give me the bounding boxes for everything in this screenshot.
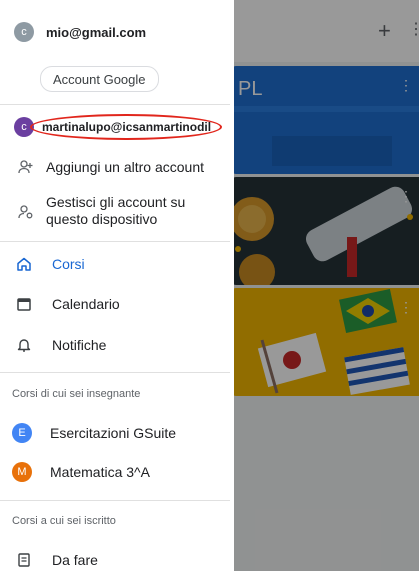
nav-item-calendar[interactable]: Calendario [14, 294, 248, 314]
nav-item-notifications[interactable]: Notifiche [14, 335, 248, 355]
nav-item-todo[interactable]: Da fare [14, 550, 248, 570]
add-account-item[interactable]: Aggiungi un altro account [16, 157, 250, 177]
highlight-oval [30, 114, 222, 140]
course-label: Matematica 3^A [50, 464, 150, 480]
divider [0, 104, 230, 105]
course-label: Esercitazioni GSuite [50, 425, 177, 441]
course-item[interactable]: M Matematica 3^A [12, 462, 246, 482]
nav-label-courses: Corsi [52, 256, 85, 272]
manage-accounts-item[interactable]: Gestisci gli account su questo dispositi… [16, 194, 250, 228]
primary-account-email: mio@gmail.com [46, 24, 147, 40]
todo-icon [14, 550, 34, 570]
divider [0, 241, 230, 242]
nav-label-calendar: Calendario [52, 296, 120, 312]
navigation-drawer: c mio@gmail.com Account Google c martina… [0, 0, 234, 571]
calendar-icon [14, 294, 34, 314]
course-item[interactable]: E Esercitazioni GSuite [12, 423, 246, 443]
nav-label-todo: Da fare [52, 552, 98, 568]
manage-accounts-label: Gestisci gli account su questo dispositi… [46, 194, 186, 227]
divider [0, 372, 230, 373]
avatar: M [12, 462, 32, 482]
nav-item-courses[interactable]: Corsi [14, 254, 248, 274]
avatar: c [14, 22, 34, 42]
bell-icon [14, 335, 34, 355]
divider [0, 500, 230, 501]
nav-label-notifications: Notifiche [52, 337, 107, 353]
add-person-icon [16, 157, 36, 177]
home-icon [14, 254, 34, 274]
google-account-button[interactable]: Account Google [40, 66, 159, 92]
manage-accounts-icon [16, 202, 36, 222]
primary-account[interactable]: c mio@gmail.com [14, 22, 248, 42]
add-account-label: Aggiungi un altro account [46, 159, 204, 175]
avatar: E [12, 423, 32, 443]
enrolled-section-title: Corsi a cui sei iscritto [12, 515, 116, 527]
teaching-section-title: Corsi di cui sei insegnante [12, 388, 141, 400]
